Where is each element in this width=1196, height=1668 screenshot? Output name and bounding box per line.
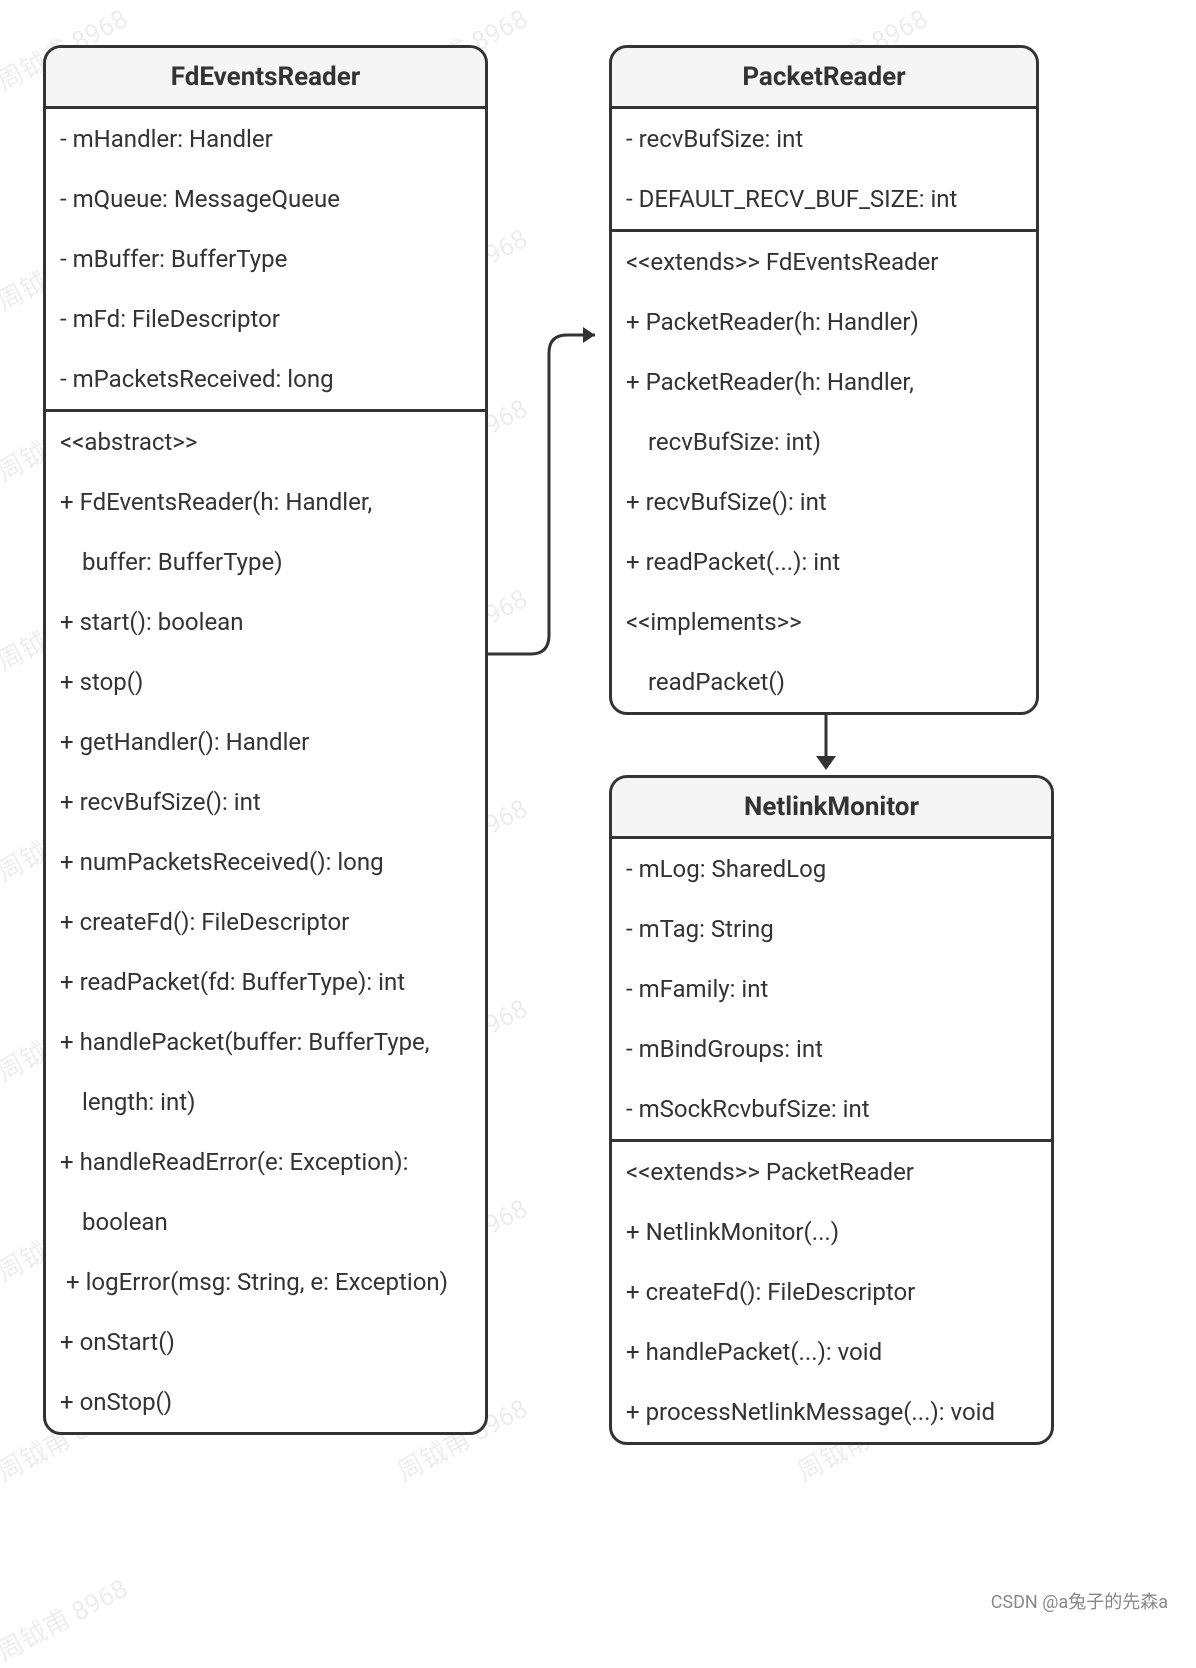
- operation: + readPacket(...): int: [612, 532, 1036, 592]
- class-title: NetlinkMonitor: [612, 778, 1051, 839]
- attribute: - mBindGroups: int: [612, 1019, 1051, 1079]
- footer-credit: CSDN @a兔子的先森a: [991, 1588, 1168, 1614]
- operation: + logError(msg: String, e: Exception): [46, 1252, 485, 1312]
- operation: + recvBufSize(): int: [46, 772, 485, 832]
- attribute: - recvBufSize: int: [612, 109, 1036, 169]
- class-attributes: - recvBufSize: int - DEFAULT_RECV_BUF_SI…: [612, 109, 1036, 232]
- operation: + getHandler(): Handler: [46, 712, 485, 772]
- operation: + numPacketsReceived(): long: [46, 832, 485, 892]
- operation: + handlePacket(...): void: [612, 1322, 1051, 1382]
- operation: + readPacket(fd: BufferType): int: [46, 952, 485, 1012]
- stereotype: <<extends>> FdEventsReader: [612, 232, 1036, 292]
- attribute: - mSockRcvbufSize: int: [612, 1079, 1051, 1139]
- class-operations: <<abstract>> + FdEventsReader(h: Handler…: [46, 412, 485, 1432]
- attribute: - mBuffer: BufferType: [46, 229, 485, 289]
- stereotype: <<extends>> PacketReader: [612, 1142, 1051, 1202]
- attribute: - mHandler: Handler: [46, 109, 485, 169]
- operation: + start(): boolean: [46, 592, 485, 652]
- operation: + recvBufSize(): int: [612, 472, 1036, 532]
- class-title: FdEventsReader: [46, 48, 485, 109]
- operation-continuation: length: int): [46, 1072, 485, 1132]
- connector-fdevents-to-packet: [487, 305, 612, 665]
- stereotype: <<implements>>: [612, 592, 1036, 652]
- attribute: - mLog: SharedLog: [612, 839, 1051, 899]
- operation-continuation: recvBufSize: int): [612, 412, 1036, 472]
- operation: + onStop(): [46, 1372, 485, 1432]
- class-operations: <<extends>> FdEventsReader + PacketReade…: [612, 232, 1036, 712]
- operation: + createFd(): FileDescriptor: [612, 1262, 1051, 1322]
- attribute: - mPacketsReceived: long: [46, 349, 485, 409]
- operation: + createFd(): FileDescriptor: [46, 892, 485, 952]
- class-attributes: - mHandler: Handler - mQueue: MessageQue…: [46, 109, 485, 412]
- operation: + stop(): [46, 652, 485, 712]
- attribute: - mFd: FileDescriptor: [46, 289, 485, 349]
- operation: readPacket(): [612, 652, 1036, 712]
- watermark: 周钺甫 8968: [0, 1569, 133, 1668]
- operation: + NetlinkMonitor(...): [612, 1202, 1051, 1262]
- class-netlinkmonitor: NetlinkMonitor - mLog: SharedLog - mTag:…: [609, 775, 1054, 1445]
- operation: + handleReadError(e: Exception):: [46, 1132, 485, 1192]
- attribute: - DEFAULT_RECV_BUF_SIZE: int: [612, 169, 1036, 229]
- attribute: - mFamily: int: [612, 959, 1051, 1019]
- operation: + handlePacket(buffer: BufferType,: [46, 1012, 485, 1072]
- operation: + FdEventsReader(h: Handler,: [46, 472, 485, 532]
- operation: + onStart(): [46, 1312, 485, 1372]
- operation: + PacketReader(h: Handler): [612, 292, 1036, 352]
- attribute: - mQueue: MessageQueue: [46, 169, 485, 229]
- class-attributes: - mLog: SharedLog - mTag: String - mFami…: [612, 839, 1051, 1142]
- stereotype: <<abstract>>: [46, 412, 485, 472]
- operation: + PacketReader(h: Handler,: [612, 352, 1036, 412]
- operation: + processNetlinkMessage(...): void: [612, 1382, 1051, 1442]
- operation-continuation: buffer: BufferType): [46, 532, 485, 592]
- class-fdeventsreader: FdEventsReader - mHandler: Handler - mQu…: [43, 45, 488, 1435]
- class-packetreader: PacketReader - recvBufSize: int - DEFAUL…: [609, 45, 1039, 715]
- operation-continuation: boolean: [46, 1192, 485, 1252]
- class-operations: <<extends>> PacketReader + NetlinkMonito…: [612, 1142, 1051, 1442]
- attribute: - mTag: String: [612, 899, 1051, 959]
- class-title: PacketReader: [612, 48, 1036, 109]
